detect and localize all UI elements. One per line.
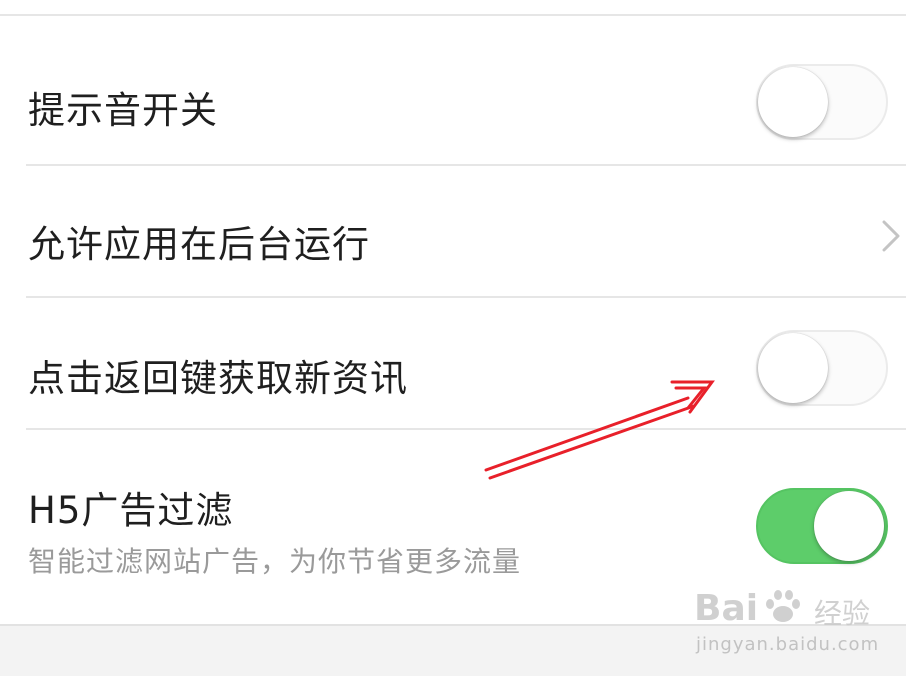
setting-row-notification-sound[interactable]: 提示音开关 [0, 16, 906, 164]
notification-sound-toggle[interactable] [756, 64, 888, 140]
setting-label-background-run: 允许应用在后台运行 [28, 223, 370, 266]
h5-ad-filter-toggle[interactable] [756, 488, 888, 564]
setting-label-back-key-refresh: 点击返回键获取新资讯 [28, 357, 408, 400]
setting-label-h5-ad-filter: H5广告过滤 [28, 489, 234, 532]
setting-label-notification-sound: 提示音开关 [28, 89, 218, 132]
setting-description-h5-ad-filter: 智能过滤网站广告，为你节省更多流量 [28, 545, 522, 578]
back-key-refresh-toggle[interactable] [756, 330, 888, 406]
setting-row-background-run[interactable]: 允许应用在后台运行 [0, 166, 906, 296]
setting-row-h5-ad-filter[interactable]: H5广告过滤 智能过滤网站广告，为你节省更多流量 [0, 430, 906, 624]
toggle-knob [758, 67, 828, 137]
previous-row-edge [0, 0, 906, 16]
toggle-knob [758, 333, 828, 403]
next-section-background [0, 624, 906, 676]
toggle-knob [814, 491, 884, 561]
chevron-right-icon [882, 220, 900, 252]
setting-row-back-key-refresh[interactable]: 点击返回键获取新资讯 [0, 298, 906, 428]
